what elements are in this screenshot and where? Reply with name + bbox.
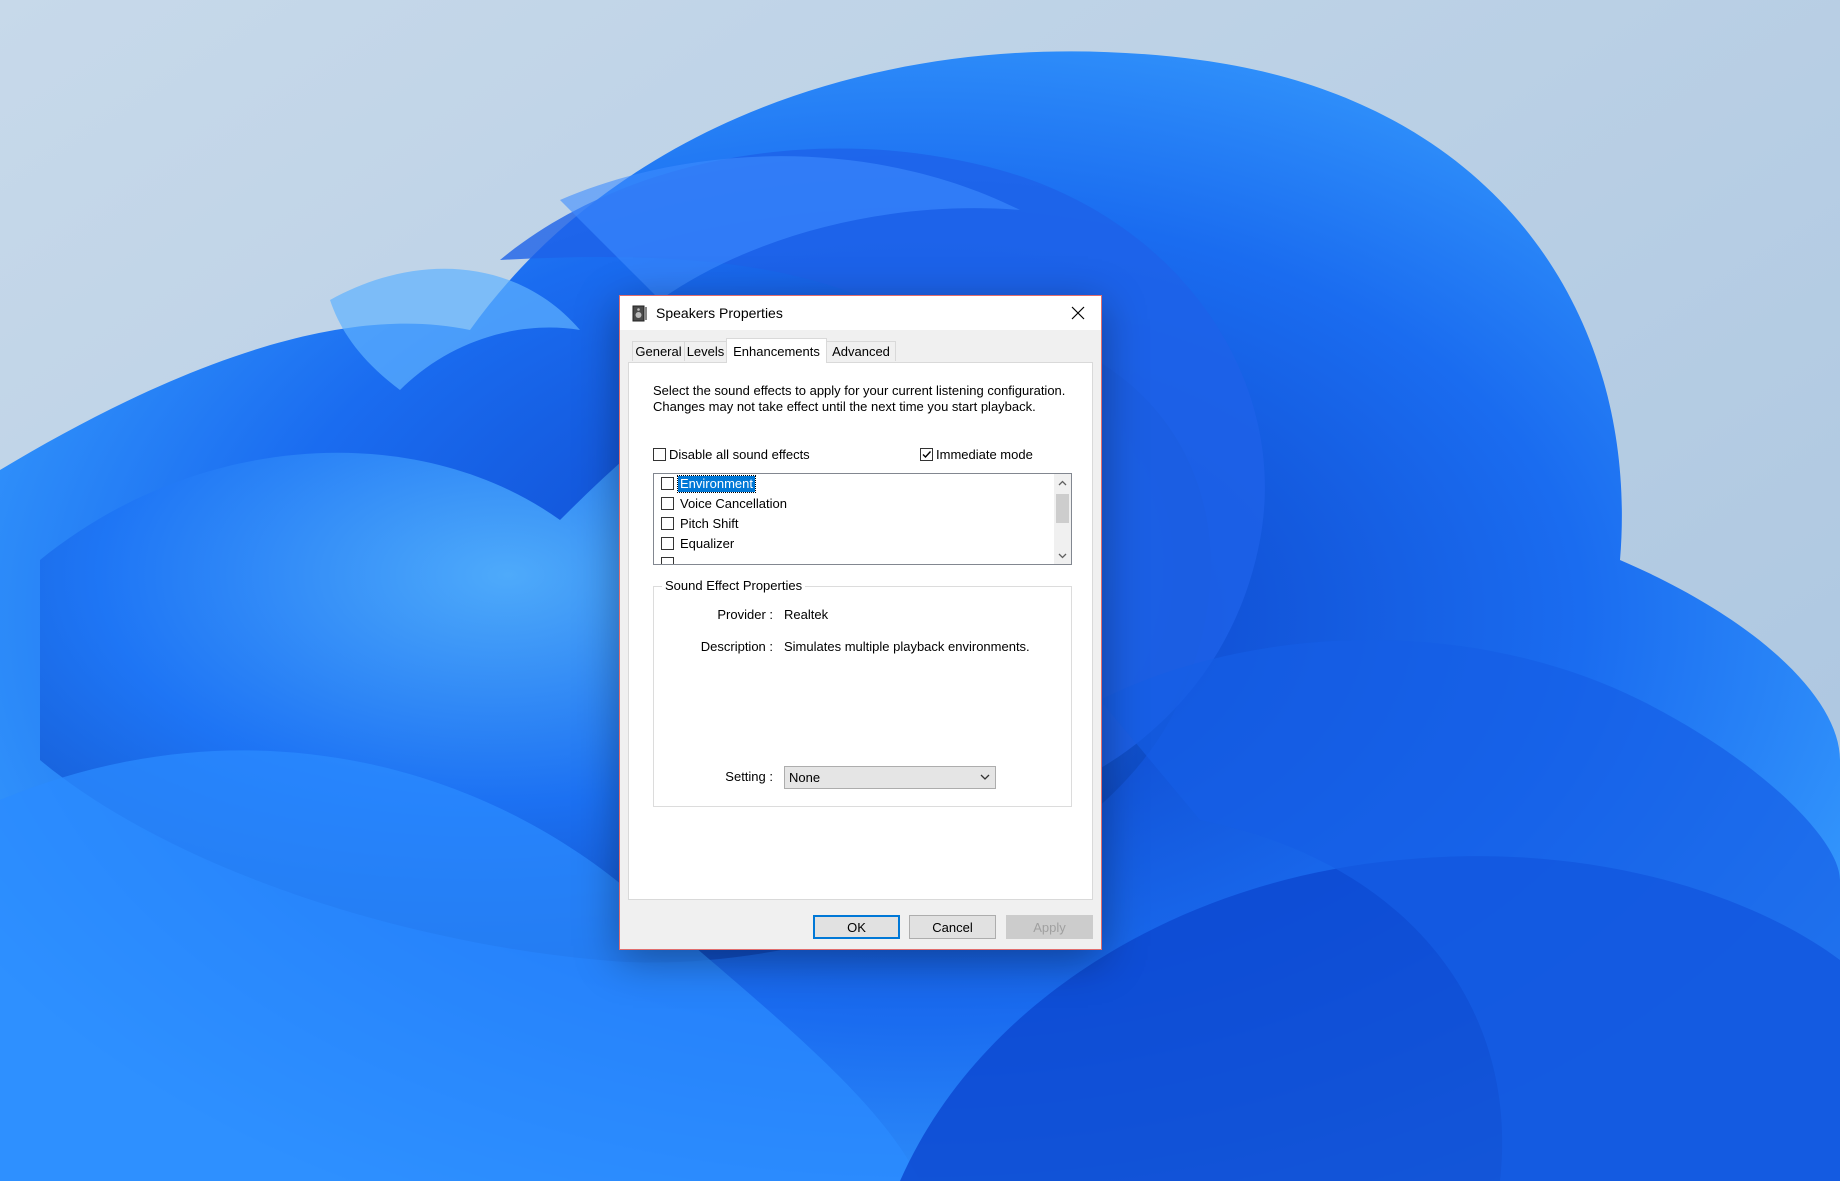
- provider-label: Provider :: [717, 607, 773, 622]
- disable-all-effects-label: Disable all sound effects: [669, 447, 810, 462]
- title-bar[interactable]: Speakers Properties: [620, 296, 1101, 330]
- chevron-down-icon: [980, 774, 990, 780]
- disable-all-effects-checkbox[interactable]: Disable all sound effects: [653, 447, 810, 462]
- scroll-down-button[interactable]: [1054, 547, 1071, 564]
- effects-list[interactable]: Environment Voice Cancellation Pitch Shi…: [653, 473, 1072, 565]
- speaker-icon: [632, 305, 647, 322]
- dialog-title: Speakers Properties: [656, 305, 783, 321]
- speakers-properties-dialog: Speakers Properties General Levels Enhan…: [619, 295, 1102, 950]
- immediate-mode-label: Immediate mode: [936, 447, 1033, 462]
- effect-label: Voice Cancellation: [680, 495, 787, 511]
- enhancements-panel: Select the sound effects to apply for yo…: [628, 362, 1093, 900]
- checkbox-unchecked-icon[interactable]: [661, 497, 674, 510]
- checkbox-unchecked-icon: [661, 557, 674, 564]
- checkbox-unchecked-icon[interactable]: [661, 517, 674, 530]
- intro-text: Select the sound effects to apply for yo…: [653, 383, 1066, 414]
- provider-value: Realtek: [784, 607, 829, 622]
- immediate-mode-checkbox[interactable]: Immediate mode: [920, 447, 1033, 462]
- tab-advanced[interactable]: Advanced: [826, 341, 896, 361]
- effect-label: Equalizer: [680, 535, 735, 551]
- list-item-environment[interactable]: Environment: [661, 474, 756, 493]
- sound-effect-properties-group: Sound Effect Properties Provider : Realt…: [653, 578, 1072, 807]
- list-item-voice-cancellation[interactable]: Voice Cancellation: [661, 495, 789, 512]
- checkbox-checked-icon: [920, 448, 933, 461]
- tab-enhancements[interactable]: Enhancements: [726, 338, 827, 363]
- scroll-up-button[interactable]: [1054, 474, 1071, 491]
- checkbox-unchecked-icon[interactable]: [661, 477, 674, 490]
- effect-label: Pitch Shift: [680, 515, 739, 531]
- setting-dropdown[interactable]: None: [784, 766, 996, 789]
- tab-general[interactable]: General: [632, 341, 685, 361]
- chevron-up-icon: [1058, 480, 1067, 485]
- list-item-equalizer[interactable]: Equalizer: [661, 535, 736, 552]
- checkbox-unchecked-icon: [653, 448, 666, 461]
- setting-label: Setting :: [725, 769, 773, 784]
- tab-levels[interactable]: Levels: [684, 341, 727, 361]
- group-title: Sound Effect Properties: [662, 578, 806, 593]
- apply-button[interactable]: Apply: [1006, 915, 1093, 939]
- description-label: Description :: [700, 639, 773, 654]
- chevron-down-icon: [1058, 553, 1067, 558]
- close-icon: [1071, 306, 1085, 320]
- cancel-button[interactable]: Cancel: [909, 915, 996, 939]
- scroll-thumb[interactable]: [1056, 494, 1069, 523]
- checkbox-unchecked-icon[interactable]: [661, 537, 674, 550]
- setting-dropdown-value: None: [789, 770, 821, 785]
- description-value: Simulates multiple playback environments…: [784, 639, 1030, 654]
- close-button[interactable]: [1055, 296, 1101, 330]
- effects-scrollbar[interactable]: [1054, 474, 1071, 564]
- list-item-partial: [661, 555, 678, 564]
- effect-label: Environment: [677, 474, 756, 493]
- ok-button[interactable]: OK: [813, 915, 900, 939]
- list-item-pitch-shift[interactable]: Pitch Shift: [661, 515, 741, 532]
